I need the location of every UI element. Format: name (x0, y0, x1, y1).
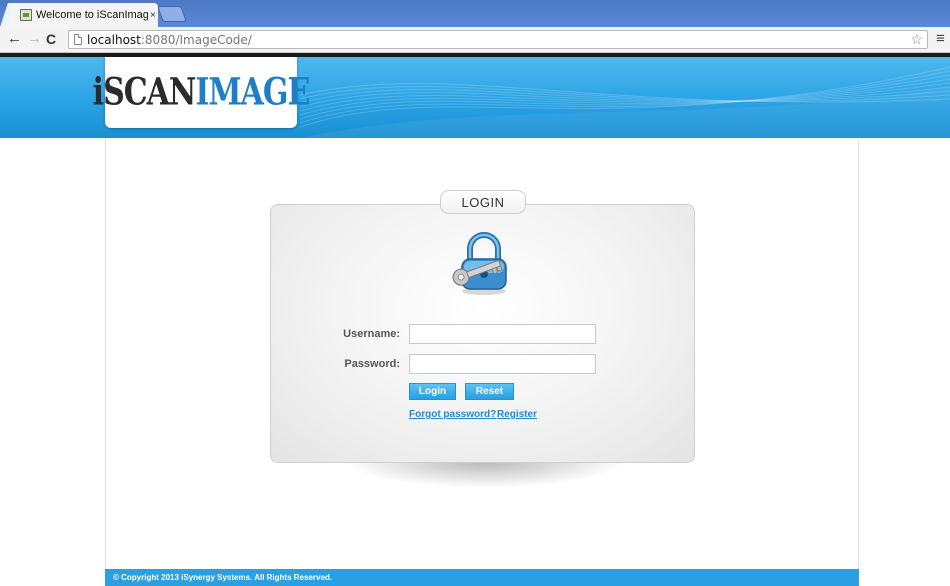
username-label: Username: (343, 328, 400, 340)
reload-icon[interactable]: C (46, 30, 56, 48)
site-logo[interactable]: iSCANIMAGE (93, 57, 310, 128)
logo-text-image: IMAGE (195, 70, 310, 115)
password-label: Password: (344, 358, 400, 370)
login-heading: LOGIN (440, 190, 526, 214)
forgot-password-link[interactable]: Forgot password? (409, 409, 496, 420)
forward-arrow-icon[interactable]: → (27, 30, 42, 48)
address-bar[interactable]: localhost:8080/ImageCode/ ☆ (68, 30, 928, 49)
image-favicon-icon (20, 9, 32, 21)
reset-button[interactable]: Reset (465, 383, 514, 400)
new-tab-button[interactable] (157, 6, 187, 22)
header-wave-decoration (300, 66, 950, 138)
login-box-shadow (345, 462, 625, 488)
url-path: :8080/ImageCode/ (140, 32, 252, 47)
username-input[interactable] (409, 324, 596, 344)
browser-tab[interactable]: Welcome to iScanImag × (10, 3, 158, 27)
bookmark-star-icon[interactable]: ☆ (910, 31, 923, 48)
register-link[interactable]: Register (497, 409, 537, 420)
back-arrow-icon[interactable]: ← (7, 30, 22, 48)
page-icon (74, 34, 82, 45)
url-host: localhost (87, 32, 141, 47)
tab-close-icon[interactable]: × (150, 10, 156, 21)
browser-toolbar: ← → C localhost:8080/ImageCode/ ☆ (0, 27, 950, 53)
padlock-key-icon (452, 232, 507, 295)
password-input[interactable] (409, 354, 596, 374)
browser-menu-icon[interactable]: ≡ (936, 30, 945, 47)
url-text[interactable]: localhost:8080/ImageCode/ (87, 33, 252, 47)
login-button[interactable]: Login (409, 383, 456, 400)
browser-tabstrip: Welcome to iScanImag × (0, 0, 950, 27)
tab-title: Welcome to iScanImag (36, 9, 148, 21)
logo-text-iscan: iSCAN (92, 70, 197, 115)
footer-copyright: © Copyright 2013 iSynergy Systems. All R… (105, 569, 859, 586)
